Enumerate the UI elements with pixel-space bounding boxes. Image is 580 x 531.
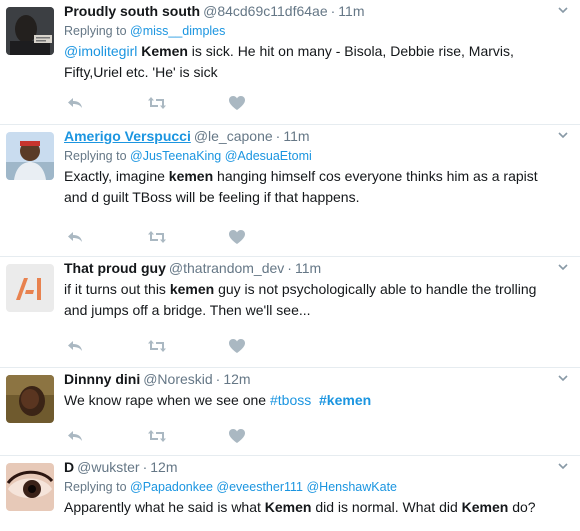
user-handle[interactable]: @le_capone [194,128,273,144]
display-name[interactable]: That proud guy [64,260,166,276]
display-name[interactable]: Proudly south south [64,3,200,19]
separator-dot: · [275,128,281,144]
text-span: do? [508,499,536,515]
display-name[interactable]: D [64,459,74,475]
person-icon [6,375,54,423]
separator-dot: · [330,3,336,19]
reply-mention[interactable]: @AdesuaEtomi [225,149,312,163]
tweet-feed: Proudly south south @84cd69c11df64ae · 11m … [0,0,580,531]
timestamp[interactable]: 11m [295,260,321,276]
avatar[interactable] [6,463,54,511]
tweet-text: Apparently what he said is what Kemen di… [64,497,544,518]
text-span: Exactly, imagine [64,168,169,184]
text-span: did is normal. What did [311,499,462,515]
tweet[interactable]: Amerigo Verspucci @le_capone · 11m Replying… [0,125,580,257]
avatar[interactable] [6,132,54,180]
separator-dot: · [142,459,148,475]
text-span: We know rape when we see one [64,392,270,408]
retweet-icon[interactable] [147,95,166,111]
replying-to: Replying to @miss__dimples [64,22,544,40]
avatar[interactable] [6,7,54,55]
reply-mention[interactable]: @JusTeenaKing [130,149,221,163]
replying-prefix: Replying to [64,149,131,163]
replying-to: Replying to @Papadonkee @eveesther111 @H… [64,478,544,496]
reply-icon[interactable] [66,428,84,444]
highlight-keyword: kemen [169,281,215,297]
avatar[interactable] [6,375,54,423]
text-mention[interactable]: @imolitegirl [64,43,137,59]
avatar[interactable] [6,264,54,312]
display-name[interactable]: Dinnny dini [64,371,140,387]
reply-icon[interactable] [66,95,84,111]
chevron-down-icon[interactable] [556,371,570,385]
separator-dot: · [215,371,221,387]
tweet[interactable]: Proudly south south @84cd69c11df64ae · 11m … [0,0,580,125]
chevron-down-icon[interactable] [556,459,570,473]
replying-to: Replying to @JusTeenaKing @AdesuaEtomi [64,147,544,165]
timestamp[interactable]: 11m [283,128,309,144]
tweet-text: if it turns out this kemen guy is not ps… [64,279,544,321]
timestamp[interactable]: 12m [223,371,250,387]
user-handle[interactable]: @Noreskid [143,371,212,387]
reply-mention[interactable]: @miss__dimples [130,24,225,38]
reply-mention[interactable]: @HenshawKate [306,480,397,494]
like-icon[interactable] [228,95,246,111]
timestamp[interactable]: 12m [150,459,177,475]
chevron-down-icon[interactable] [556,128,570,142]
tweet[interactable]: Dinnny dini @Noreskid · 12m We know rape wh… [0,368,580,456]
like-icon[interactable] [228,338,246,354]
like-icon[interactable] [228,229,246,245]
like-icon[interactable] [228,428,246,444]
tweet-text: We know rape when we see one #tboss #kem… [64,390,544,411]
highlight-keyword: Kemen [264,499,312,515]
text-span: Apparently what he said is what [64,499,265,515]
user-handle[interactable]: @thatrandom_dev [169,260,284,276]
hashtag-link[interactable]: #tboss [270,392,311,408]
user-handle[interactable]: @wukster [77,459,139,475]
tweet-text: Exactly, imagine kemen hanging himself c… [64,166,544,208]
text-span: if it turns out this [64,281,170,297]
eye-icon [6,463,54,511]
reply-icon[interactable] [66,229,84,245]
highlight-keyword: Kemen [461,499,509,515]
highlight-keyword: Kemen [141,43,188,59]
retweet-icon[interactable] [147,428,166,444]
logo-icon [6,264,54,312]
timestamp[interactable]: 11m [338,3,364,19]
separator-dot: · [287,260,292,276]
retweet-icon[interactable] [147,338,166,354]
tweet-text: @imolitegirl Kemen is sick. He hit on ma… [64,41,544,83]
chevron-down-icon[interactable] [556,3,570,17]
replying-prefix: Replying to [64,24,131,38]
reply-icon[interactable] [66,338,84,354]
portrait-icon [6,7,54,55]
chevron-down-icon[interactable] [556,260,570,274]
user-handle[interactable]: @84cd69c11df64ae [203,3,328,19]
highlight-keyword: kemen [168,168,214,184]
replying-prefix: Replying to [64,480,131,494]
hashtag-link[interactable]: #kemen [319,392,371,408]
person-icon [6,132,54,180]
tweet[interactable]: D @wukster · 12m Replying to @Papadonkee @e… [0,456,580,531]
tweet[interactable]: That proud guy @thatrandom_dev · 11m if it … [0,257,580,368]
display-name[interactable]: Amerigo Verspucci [64,128,191,144]
text-span [311,392,319,408]
reply-mention[interactable]: @eveesther111 [216,480,303,494]
retweet-icon[interactable] [147,229,166,245]
reply-mention[interactable]: @Papadonkee [130,480,213,494]
